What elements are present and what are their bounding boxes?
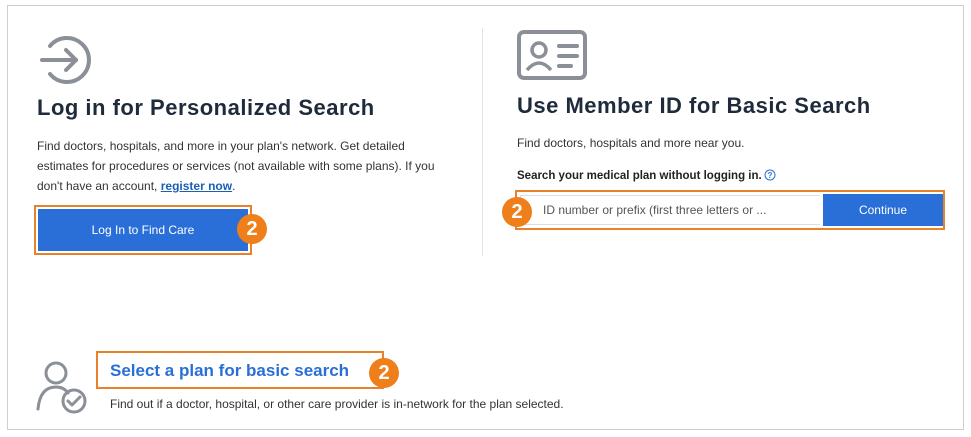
select-plan-highlight: Select a plan for basic search: [96, 351, 384, 389]
step-badge-login: 2: [237, 214, 267, 244]
id-card-icon: [517, 30, 587, 80]
panel-divider: [482, 28, 483, 256]
member-id-input[interactable]: [520, 195, 820, 225]
help-icon[interactable]: ?: [764, 169, 776, 181]
member-id-panel-description: Find doctors, hospitals and more near yo…: [517, 136, 745, 150]
svg-text:?: ?: [767, 171, 772, 180]
plan-panel-description: Find out if a doctor, hospital, or other…: [110, 397, 564, 411]
register-now-link[interactable]: register now: [161, 179, 232, 193]
step-badge-plan: 2: [369, 358, 399, 388]
arrow-right-circle-icon: [40, 36, 91, 84]
login-panel-description: Find doctors, hospitals, and more in you…: [37, 136, 457, 196]
select-plan-link[interactable]: Select a plan for basic search: [110, 361, 349, 381]
login-panel-title: Log in for Personalized Search: [37, 95, 375, 120]
continue-button[interactable]: Continue: [823, 194, 943, 226]
login-button-highlight: Log In to Find Care: [34, 205, 252, 255]
member-id-search-highlight: Continue: [515, 190, 945, 230]
search-plan-label: Search your medical plan without logging…: [517, 169, 776, 182]
login-desc-suffix: .: [232, 179, 236, 193]
login-desc-text: Find doctors, hospitals, and more in you…: [37, 139, 435, 193]
member-id-panel-title: Use Member ID for Basic Search: [517, 93, 871, 118]
search-plan-label-text: Search your medical plan without logging…: [517, 170, 762, 182]
login-to-find-care-button[interactable]: Log In to Find Care: [38, 209, 248, 251]
step-badge-member-id: 2: [502, 197, 532, 227]
user-check-icon: [36, 361, 87, 414]
